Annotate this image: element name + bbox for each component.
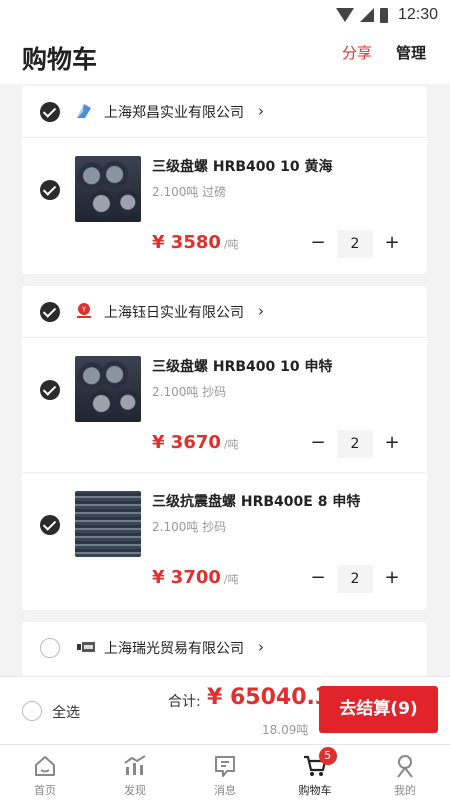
item-checkbox[interactable] xyxy=(40,380,60,400)
price-unit: /吨 xyxy=(223,573,239,586)
item-price: ¥ 3580/吨 xyxy=(152,232,239,253)
chevron-right-icon[interactable]: › xyxy=(258,302,264,320)
item-title[interactable]: 三级盘螺 HRB400 10 申特 xyxy=(152,356,333,376)
tab-cart[interactable]: 5 购物车 xyxy=(270,745,360,800)
share-button[interactable]: 分享 xyxy=(342,42,372,63)
wifi-icon xyxy=(335,8,354,22)
select-all-label[interactable]: 全选 xyxy=(52,702,80,722)
product-image[interactable] xyxy=(75,356,141,422)
header: 购物车 分享 管理 xyxy=(0,30,450,84)
home-icon xyxy=(35,756,55,776)
increase-button[interactable]: + xyxy=(382,432,402,454)
status-bar: 12:30 xyxy=(0,0,450,30)
shop-logo-icon xyxy=(77,642,95,652)
shop-header[interactable]: Y 上海钰日实业有限公司 › xyxy=(22,286,427,338)
decrease-button[interactable]: − xyxy=(308,567,328,589)
cart-badge: 5 xyxy=(318,747,337,765)
tab-label: 消息 xyxy=(214,784,236,797)
tab-home[interactable]: 首页 xyxy=(0,745,90,800)
increase-button[interactable]: + xyxy=(382,567,402,589)
item-price: ¥ 3700/吨 xyxy=(152,567,239,588)
tab-label: 首页 xyxy=(34,784,56,797)
total-label: 合计: xyxy=(168,694,201,710)
total-amount: ¥ 65040.3 xyxy=(207,685,331,710)
tab-label: 我的 xyxy=(394,784,416,797)
status-time: 12:30 xyxy=(397,6,438,23)
shop-card: 上海郑昌实业有限公司 › 三级盘螺 HRB400 10 黄海 2.100吨 过磅… xyxy=(22,86,427,274)
product-image[interactable] xyxy=(75,491,141,557)
quantity-input[interactable]: 2 xyxy=(337,430,373,458)
message-icon xyxy=(215,756,235,777)
tab-label: 发现 xyxy=(124,784,146,797)
svg-text:Y: Y xyxy=(81,306,87,314)
quantity-stepper: − 2 + xyxy=(308,565,406,593)
total-weight: 18.09吨 xyxy=(262,723,309,737)
chevron-right-icon[interactable]: › xyxy=(258,102,264,120)
item-checkbox[interactable] xyxy=(40,180,60,200)
cart-item: 三级抗震盘螺 HRB400E 8 申特 2.100吨 抄码 ¥ 3700/吨 −… xyxy=(22,473,427,608)
checkout-button[interactable]: 去结算(9) xyxy=(319,686,438,733)
decrease-button[interactable]: − xyxy=(308,432,328,454)
item-title[interactable]: 三级盘螺 HRB400 10 黄海 xyxy=(152,156,333,176)
shop-checkbox[interactable] xyxy=(40,302,60,322)
item-spec: 2.100吨 过磅 xyxy=(152,185,227,199)
item-price: ¥ 3670/吨 xyxy=(152,432,239,453)
shop-name: 上海钰日实业有限公司 xyxy=(104,305,244,321)
shop-logo-icon: Y xyxy=(77,303,91,318)
page-title: 购物车 xyxy=(22,45,98,74)
tab-profile[interactable]: 我的 xyxy=(360,745,450,800)
checkout-bar: 全选 合计: ¥ 65040.3 18.09吨 去结算(9) xyxy=(0,676,450,744)
shop-card: Y 上海钰日实业有限公司 › 三级盘螺 HRB400 10 申特 2.100吨 … xyxy=(22,286,427,610)
shop-name: 上海瑞光贸易有限公司 xyxy=(104,641,244,657)
shop-header[interactable]: 上海瑞光贸易有限公司 › xyxy=(22,622,427,674)
tab-label: 购物车 xyxy=(298,784,332,797)
item-checkbox[interactable] xyxy=(40,515,60,535)
shop-header[interactable]: 上海郑昌实业有限公司 › xyxy=(22,86,427,138)
shop-logo-icon xyxy=(77,104,91,118)
quantity-input[interactable]: 2 xyxy=(337,230,373,258)
shop-checkbox[interactable] xyxy=(40,638,60,658)
price-unit: /吨 xyxy=(223,238,239,251)
quantity-stepper: − 2 + xyxy=(308,430,406,458)
signal-icon xyxy=(359,8,374,22)
tab-bar: 首页 发现 消息 5 购物车 我的 xyxy=(0,744,450,800)
shop-card: 上海瑞光贸易有限公司 › xyxy=(22,622,427,676)
tab-messages[interactable]: 消息 xyxy=(180,745,270,800)
select-all-checkbox[interactable] xyxy=(22,701,42,721)
price-unit: /吨 xyxy=(223,438,239,451)
product-image[interactable] xyxy=(75,156,141,222)
profile-icon xyxy=(397,755,413,778)
shop-checkbox[interactable] xyxy=(40,102,60,122)
chevron-right-icon[interactable]: › xyxy=(258,638,264,656)
quantity-input[interactable]: 2 xyxy=(337,565,373,593)
item-spec: 2.100吨 抄码 xyxy=(152,520,227,534)
decrease-button[interactable]: − xyxy=(308,232,328,254)
manage-button[interactable]: 管理 xyxy=(396,42,426,63)
item-title[interactable]: 三级抗震盘螺 HRB400E 8 申特 xyxy=(152,491,360,511)
tab-discover[interactable]: 发现 xyxy=(90,745,180,800)
increase-button[interactable]: + xyxy=(382,232,402,254)
shop-name: 上海郑昌实业有限公司 xyxy=(104,105,244,121)
cart-item: 三级盘螺 HRB400 10 申特 2.100吨 抄码 ¥ 3670/吨 − 2… xyxy=(22,338,427,473)
battery-icon xyxy=(379,7,388,23)
chart-icon xyxy=(124,755,146,775)
quantity-stepper: − 2 + xyxy=(308,230,406,258)
item-spec: 2.100吨 抄码 xyxy=(152,385,227,399)
cart-item: 三级盘螺 HRB400 10 黄海 2.100吨 过磅 ¥ 3580/吨 − 2… xyxy=(22,138,427,273)
